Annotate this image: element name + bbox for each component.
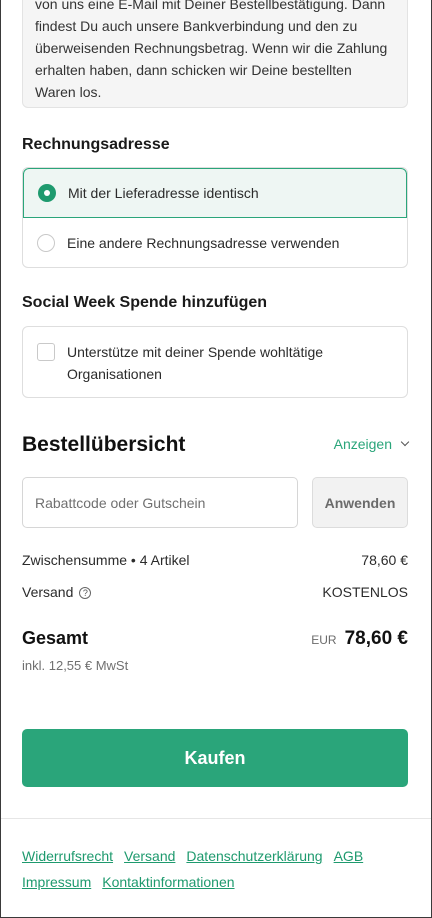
shipping-value: KOSTENLOS <box>322 584 408 600</box>
billing-option-label: Eine andere Rechnungsadresse verwenden <box>67 235 340 251</box>
subtotal-label: Zwischensumme • 4 Artikel <box>22 552 190 568</box>
subtotal-value: 78,60 € <box>361 552 408 568</box>
shipping-label: Versand <box>22 584 74 600</box>
donation-checkbox[interactable] <box>37 343 55 361</box>
order-summary-toggle[interactable]: Anzeigen <box>333 436 410 452</box>
currency-code: EUR <box>311 633 337 647</box>
payment-info-box: von uns eine E-Mail mit Deiner Bestellbe… <box>22 0 408 108</box>
help-icon[interactable]: ? <box>79 587 92 599</box>
donation-title: Social Week Spende hinzufügen <box>22 294 268 311</box>
donation-checkbox-label: Unterstütze mit deiner Spende wohltätige… <box>67 344 324 382</box>
footer-link-privacy[interactable]: Datenschutzerklärung <box>186 848 322 864</box>
tax-note: inkl. 12,55 € MwSt <box>22 658 129 673</box>
footer-link-imprint[interactable]: Impressum <box>22 874 91 890</box>
discount-code-input[interactable] <box>22 477 298 528</box>
billing-option-same-as-shipping[interactable]: Mit der Lieferadresse identisch <box>23 168 407 218</box>
radio-selected-icon[interactable] <box>38 184 56 202</box>
footer-link-shipping[interactable]: Versand <box>124 848 175 864</box>
apply-discount-button[interactable]: Anwenden <box>312 477 408 528</box>
total-label: Gesamt <box>22 628 89 648</box>
billing-option-label: Mit der Lieferadresse identisch <box>68 185 259 201</box>
billing-address-title: Rechnungsadresse <box>22 136 170 153</box>
billing-option-different-address[interactable]: Eine andere Rechnungsadresse verwenden <box>23 218 407 267</box>
footer-link-terms[interactable]: AGB <box>334 848 364 864</box>
subtotal-row: Zwischensumme • 4 Artikel 78,60 € <box>22 552 408 568</box>
total-value: 78,60 € <box>344 628 408 649</box>
payment-info-text: von uns eine E-Mail mit Deiner Bestellbe… <box>35 0 388 100</box>
donation-option[interactable]: Unterstütze mit deiner Spende wohltätige… <box>22 326 408 398</box>
buy-button[interactable]: Kaufen <box>22 729 408 787</box>
footer-link-withdrawal[interactable]: Widerrufsrecht <box>22 848 113 864</box>
footer-links: Widerrufsrecht Versand Datenschutzerklärun… <box>22 843 408 895</box>
total-row: Gesamt EUR 78,60 € <box>22 628 408 650</box>
order-summary-toggle-label: Anzeigen <box>333 436 392 452</box>
billing-address-options: Mit der Lieferadresse identisch Eine and… <box>22 167 408 268</box>
footer-link-contact[interactable]: Kontaktinformationen <box>102 874 234 890</box>
order-summary-title: Bestellübersicht <box>22 433 186 456</box>
radio-unselected-icon[interactable] <box>37 234 55 252</box>
shipping-row: Versand? KOSTENLOS <box>22 584 408 600</box>
footer-divider <box>0 818 432 819</box>
chevron-down-icon <box>400 437 410 447</box>
